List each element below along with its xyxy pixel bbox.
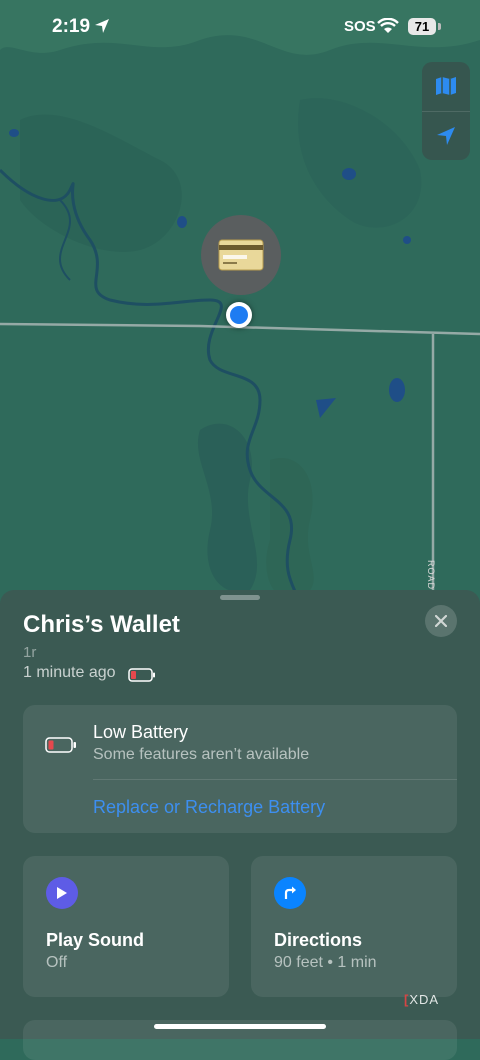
map-icon (436, 77, 456, 95)
play-sound-title: Play Sound (46, 930, 145, 950)
directions-button[interactable]: Directions 90 feet • 1 min (251, 856, 457, 997)
watermark-text: XDA (409, 992, 440, 1007)
low-battery-card: Low Battery Some features aren’t availab… (23, 705, 457, 833)
low-battery-title: Low Battery (93, 722, 189, 742)
play-sound-status: Off (46, 954, 68, 971)
card-divider (93, 779, 457, 780)
item-title: Chris’s Wallet (23, 611, 180, 638)
current-location-dot (226, 302, 252, 328)
home-indicator[interactable] (154, 1024, 326, 1029)
location-arrow-icon (437, 127, 455, 145)
low-battery-card-icon (45, 737, 76, 753)
replace-battery-link[interactable]: Replace or Recharge Battery (93, 797, 325, 818)
low-battery-subtitle: Some features aren’t available (93, 746, 310, 763)
locate-me-button[interactable] (422, 112, 470, 160)
close-button[interactable] (425, 605, 457, 637)
wallet-location-pin[interactable] (201, 215, 281, 295)
item-detail-sheet: Chris’s Wallet 1r 1 minute ago Low Batte… (0, 590, 480, 1060)
map-controls (422, 62, 470, 160)
item-subtitle: 1r (23, 644, 37, 661)
low-battery-icon (128, 668, 155, 682)
play-sound-button[interactable]: Play Sound Off (23, 856, 229, 997)
status-sos: SOS (344, 18, 376, 35)
status-time: 2:19 (52, 16, 91, 37)
directions-title: Directions (274, 930, 363, 950)
play-icon (46, 877, 78, 909)
wallet-card-icon (218, 239, 264, 271)
close-icon (435, 615, 447, 627)
wifi-icon (377, 18, 399, 33)
map-mode-button[interactable] (422, 62, 470, 110)
location-services-icon (95, 19, 109, 33)
road-label: ROAD (426, 560, 436, 591)
battery-indicator: 71 (408, 18, 436, 35)
last-updated: 1 minute ago (23, 664, 116, 681)
directions-distance: 90 feet • 1 min (274, 954, 377, 971)
turn-right-icon (274, 877, 306, 909)
battery-tip (438, 23, 441, 30)
watermark: [XDA (404, 992, 439, 1007)
sheet-grabber[interactable] (220, 595, 260, 600)
status-bar: 2:19 SOS 71 (0, 0, 480, 56)
